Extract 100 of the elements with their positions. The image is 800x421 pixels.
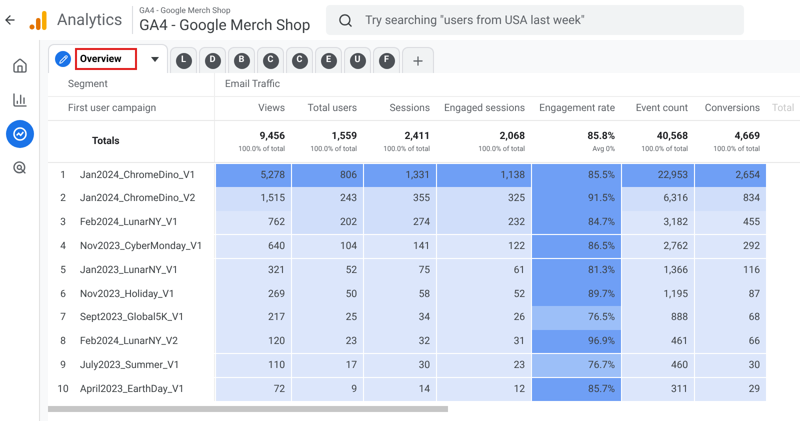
- total-value: 2,068: [500, 130, 525, 144]
- table-cell: 23: [291, 330, 363, 354]
- tab[interactable]: D: [199, 47, 226, 73]
- table-cell: 91.5%: [531, 187, 621, 211]
- table-cell: 1,331: [363, 164, 436, 187]
- column-header[interactable]: Views: [215, 101, 291, 116]
- column-header[interactable]: Total users: [291, 101, 363, 116]
- dimension-header: First user campaign: [48, 97, 215, 120]
- column-header[interactable]: Sessions: [363, 101, 436, 116]
- search-input[interactable]: Try searching "users from USA last week": [365, 11, 732, 29]
- total-value: 9,456: [260, 130, 285, 144]
- table-cell: 640: [215, 234, 291, 258]
- table-cell: 52: [291, 258, 363, 282]
- table-cell: 85.7%: [531, 378, 621, 401]
- table-cell: 66: [694, 330, 766, 354]
- table-cell: 14: [363, 378, 436, 401]
- table-cell: 122: [436, 234, 531, 258]
- table-cell: 243: [291, 187, 363, 211]
- row-index: 6: [59, 288, 67, 302]
- tab[interactable]: C: [286, 47, 313, 73]
- table-cell: 34: [363, 306, 436, 330]
- table-cell: 120: [215, 330, 291, 354]
- column-header[interactable]: Event count: [621, 101, 694, 116]
- total-value: 1,559: [332, 130, 357, 144]
- table-cell: 321: [215, 258, 291, 282]
- table-cell: 32: [363, 330, 436, 354]
- row-index: 3: [59, 216, 67, 230]
- segment-name: Email Traffic: [224, 78, 280, 92]
- dropdown-icon[interactable]: [151, 56, 159, 62]
- table-cell: 17: [291, 354, 363, 378]
- tab[interactable]: Overview: [48, 44, 168, 73]
- explore-icon[interactable]: [6, 120, 34, 148]
- row-index: 1: [59, 168, 67, 183]
- column-header[interactable]: Engagement rate: [531, 101, 621, 116]
- table-cell: 104: [291, 234, 363, 258]
- table-cell: 1,138: [436, 164, 531, 187]
- table-cell: 23: [436, 354, 531, 378]
- table-cell: 72: [215, 378, 291, 401]
- tab[interactable]: L: [170, 47, 197, 73]
- table-cell: 232: [436, 211, 531, 234]
- table-cell: 806: [291, 164, 363, 187]
- account-label: GA4 - Google Merch Shop: [139, 6, 232, 16]
- total-value: 40,568: [656, 130, 688, 144]
- table-cell: 455: [694, 211, 766, 234]
- table-cell: 355: [363, 187, 436, 211]
- tab[interactable]: U: [344, 47, 371, 73]
- table-cell: 89.7%: [531, 282, 621, 306]
- row-index: 7: [59, 311, 67, 326]
- table-cell: 2,654: [694, 164, 766, 187]
- table-cell: 31: [436, 330, 531, 354]
- add-tab-button[interactable]: [402, 47, 434, 73]
- table-cell: 30: [363, 354, 436, 378]
- segment-label: Segment: [48, 73, 215, 96]
- table-cell: 96.9%: [531, 330, 621, 354]
- table-cell: 68: [694, 306, 766, 330]
- tab[interactable]: F: [373, 47, 400, 73]
- table-cell: 1,366: [621, 258, 694, 282]
- tab[interactable]: C: [257, 47, 284, 73]
- table-cell: 6,316: [621, 187, 694, 211]
- table-cell: 888: [621, 306, 694, 330]
- table-cell: 75: [363, 258, 436, 282]
- table-cell: 12: [436, 378, 531, 401]
- edit-icon[interactable]: [55, 51, 71, 67]
- table-cell: 1,195: [621, 282, 694, 306]
- table-cell: 81.3%: [531, 258, 621, 282]
- property-name[interactable]: GA4 - Google Merch Shop: [139, 16, 310, 34]
- table-cell: 834: [694, 187, 766, 211]
- table-cell: 26: [436, 306, 531, 330]
- table-cell: 269: [215, 282, 291, 306]
- table-cell: 76.7%: [531, 354, 621, 378]
- logo-icon: [29, 10, 47, 30]
- table-cell: 76.5%: [531, 306, 621, 330]
- column-header[interactable]: Conversions: [694, 101, 766, 116]
- table-cell: 217: [215, 306, 291, 330]
- row-index: 8: [59, 335, 67, 350]
- table-cell: 30: [694, 354, 766, 378]
- table-cell: 86.5%: [531, 234, 621, 258]
- table-cell: 325: [436, 187, 531, 211]
- table-cell: 5,278: [215, 164, 291, 187]
- table-cell: 110: [215, 354, 291, 378]
- table-cell: 116: [694, 258, 766, 282]
- table-cell: 762: [215, 211, 291, 234]
- table-cell: 2,762: [621, 234, 694, 258]
- table-cell: 50: [291, 282, 363, 306]
- table-cell: 460: [621, 354, 694, 378]
- back-icon[interactable]: [3, 13, 17, 27]
- tab[interactable]: E: [315, 47, 342, 73]
- row-index: 5: [59, 264, 67, 278]
- table-cell: 292: [694, 234, 766, 258]
- table-cell: 61: [436, 258, 531, 282]
- tab[interactable]: B: [228, 47, 255, 73]
- row-index: 2: [59, 192, 67, 206]
- total-value: 85.8%: [587, 130, 615, 144]
- search-icon: [338, 12, 354, 28]
- column-header[interactable]: Engaged sessions: [436, 101, 531, 116]
- table-cell: 141: [363, 234, 436, 258]
- search-bar[interactable]: Try searching "users from USA last week": [326, 5, 744, 35]
- table-cell: 9: [291, 378, 363, 401]
- table-cell: 274: [363, 211, 436, 234]
- table-cell: 58: [363, 282, 436, 306]
